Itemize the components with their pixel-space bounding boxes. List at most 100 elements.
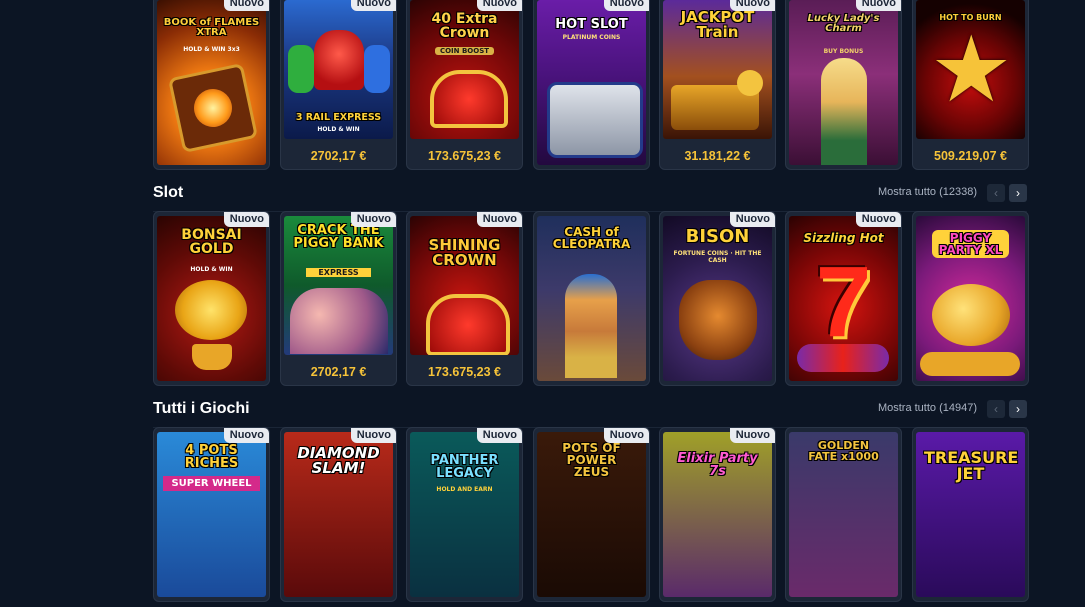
game-thumbnail: GOLDEN FATE x1000 [789, 432, 898, 597]
new-badge: Nuovo [350, 212, 396, 227]
game-thumbnail: DIAMOND SLAM! [284, 432, 393, 597]
chevron-right-icon[interactable]: › [1009, 184, 1027, 202]
game-art-subtitle: HOLD AND EARN [436, 486, 493, 493]
game-card[interactable]: PANTHER LEGACY HOLD AND EARN Nuovo [406, 427, 523, 602]
game-thumbnail: POTS OF POWER ZEUS [537, 432, 646, 597]
game-art-title: 3 RAIL EXPRESS [295, 112, 382, 123]
game-art-title: PIGGY PARTY XL [932, 230, 1009, 258]
gold-pot-icon [192, 344, 232, 370]
game-thumbnail: HOT SLOT PLATINUM COINS [537, 0, 646, 165]
game-card[interactable]: PIGGY PARTY XL [912, 211, 1029, 386]
game-card[interactable]: CRACK THE PIGGY BANK EXPRESS 2702,17 € N… [280, 211, 397, 386]
show-all-link[interactable]: Mostra tutto (14947) [878, 402, 977, 414]
new-badge: Nuovo [855, 0, 901, 11]
game-row-top: BOOK of FLAMES XTRA HOLD & WIN 3x3 Nuovo… [153, 0, 1029, 175]
new-badge: Nuovo [729, 0, 775, 11]
game-row-slot: BONSAI GOLD HOLD & WIN Nuovo CRACK THE P… [153, 211, 1029, 391]
game-thumbnail: 40 Extra Crown COIN BOOST [410, 0, 519, 139]
game-thumbnail: 3 RAIL EXPRESS HOLD & WIN [284, 0, 393, 139]
game-card[interactable]: Elixir Party 7s Nuovo [659, 427, 776, 602]
game-thumbnail: BISON FORTUNE COINS · HIT THE CASH [663, 216, 772, 381]
game-art-title: 4 POTS RICHES [184, 443, 239, 471]
chevron-right-icon[interactable]: › [1009, 400, 1027, 418]
game-art-title: BISON [685, 226, 750, 247]
game-row-all-games: 4 POTS RICHES SUPER WHEEL Nuovo DIAMOND … [153, 427, 1029, 607]
game-art-title: 40 Extra Crown [431, 11, 498, 41]
game-art-title: Lucky Lady's Charm [807, 13, 880, 34]
game-thumbnail: HOT TO BURN ★ [916, 0, 1025, 139]
treasure-chest-icon [547, 82, 643, 158]
game-art-subtitle: COIN BOOST [435, 47, 494, 55]
jackpot-amount: 173.675,23 € [428, 365, 501, 379]
game-art-title: Sizzling Hot [803, 231, 884, 245]
section-title: Slot [153, 184, 184, 201]
game-card[interactable]: BOOK of FLAMES XTRA HOLD & WIN 3x3 Nuovo [153, 0, 270, 170]
new-badge: Nuovo [603, 428, 649, 443]
game-card[interactable]: BONSAI GOLD HOLD & WIN Nuovo [153, 211, 270, 386]
book-icon [167, 62, 259, 154]
game-art-subtitle: PLATINUM COINS [562, 34, 621, 41]
crown-icon [426, 294, 510, 355]
game-art-title: CRACK THE PIGGY BANK [293, 223, 384, 251]
chevron-left-icon[interactable]: ‹ [987, 184, 1005, 202]
game-art-title: Elixir Party 7s [677, 451, 758, 479]
section-header-all-games: Tutti i Giochi Mostra tutto (14947) ‹ › [153, 398, 1027, 428]
game-card[interactable]: Lucky Lady's Charm BUY BONUS Nuovo [785, 0, 902, 170]
characters-illustration [290, 288, 388, 354]
game-card[interactable]: 40 Extra Crown COIN BOOST 173.675,23 € N… [406, 0, 523, 170]
section-header-slot: Slot Mostra tutto (12338) ‹ › [153, 182, 1027, 212]
game-card[interactable]: TREASURE JET [912, 427, 1029, 602]
new-badge: Nuovo [223, 428, 269, 443]
game-card[interactable]: SHINING CROWN 173.675,23 € Nuovo [406, 211, 523, 386]
show-all-link[interactable]: Mostra tutto (12338) [878, 186, 977, 198]
game-art-subtitle: EXPRESS [306, 268, 371, 277]
game-thumbnail: BOOK of FLAMES XTRA HOLD & WIN 3x3 [157, 0, 266, 165]
game-card[interactable]: 3 RAIL EXPRESS HOLD & WIN 2702,17 € Nuov… [280, 0, 397, 170]
jackpot-amount: 2702,17 € [310, 365, 367, 379]
game-card[interactable]: Sizzling Hot 7 Nuovo [785, 211, 902, 386]
game-card[interactable]: HOT SLOT PLATINUM COINS Nuovo [533, 0, 650, 170]
jackpot-amount: 509.219,07 € [934, 149, 1007, 163]
jackpot-amount: 2702,17 € [310, 149, 367, 163]
game-art-title: HOT SLOT [555, 17, 628, 32]
new-badge: Nuovo [223, 212, 269, 227]
new-badge: Nuovo [350, 0, 396, 11]
game-card[interactable]: JACKPOT Train 31.181,22 € Nuovo [659, 0, 776, 170]
game-card[interactable]: POTS OF POWER ZEUS Nuovo [533, 427, 650, 602]
chevron-left-icon[interactable]: ‹ [987, 400, 1005, 418]
game-art-title: SHINING CROWN [428, 236, 501, 269]
new-badge: Nuovo [223, 0, 269, 11]
game-art-subtitle: HOLD & WIN [190, 266, 233, 273]
bonsai-tree-icon [175, 280, 247, 340]
cleopatra-portrait [565, 274, 617, 378]
game-thumbnail: CASH of CLEOPATRA [537, 216, 646, 381]
bison-icon [679, 280, 757, 360]
game-art-subtitle: FORTUNE COINS · HIT THE CASH [673, 250, 762, 264]
train-icon [314, 30, 364, 90]
new-badge: Nuovo [855, 212, 901, 227]
game-thumbnail: Elixir Party 7s [663, 432, 772, 597]
game-thumbnail: TREASURE JET [916, 432, 1025, 597]
lady-portrait [821, 58, 867, 165]
game-card[interactable]: DIAMOND SLAM! Nuovo [280, 427, 397, 602]
new-badge: Nuovo [476, 0, 522, 11]
new-badge: Nuovo [350, 428, 396, 443]
game-art-subtitle: HOLD & WIN [317, 126, 360, 133]
game-art-subtitle: HOLD & WIN 3x3 [183, 46, 240, 53]
game-card[interactable]: GOLDEN FATE x1000 [785, 427, 902, 602]
game-art-title: CASH of CLEOPATRA [552, 225, 631, 251]
jackpot-amount: 173.675,23 € [428, 149, 501, 163]
game-card[interactable]: HOT TO BURN ★ 509.219,07 € [912, 0, 1029, 170]
crown-icon [430, 70, 508, 128]
game-art-title: POTS OF POWER ZEUS [562, 441, 621, 479]
piggy-bank-icon [932, 284, 1010, 346]
game-card[interactable]: BISON FORTUNE COINS · HIT THE CASH Nuovo [659, 211, 776, 386]
new-badge: Nuovo [729, 212, 775, 227]
game-card[interactable]: 4 POTS RICHES SUPER WHEEL Nuovo [153, 427, 270, 602]
new-badge: Nuovo [603, 0, 649, 11]
new-badge: Nuovo [476, 428, 522, 443]
new-badge: Nuovo [729, 428, 775, 443]
game-card[interactable]: CASH of CLEOPATRA [533, 211, 650, 386]
game-art-title: GOLDEN FATE x1000 [808, 439, 879, 463]
section-title: Tutti i Giochi [153, 400, 250, 417]
